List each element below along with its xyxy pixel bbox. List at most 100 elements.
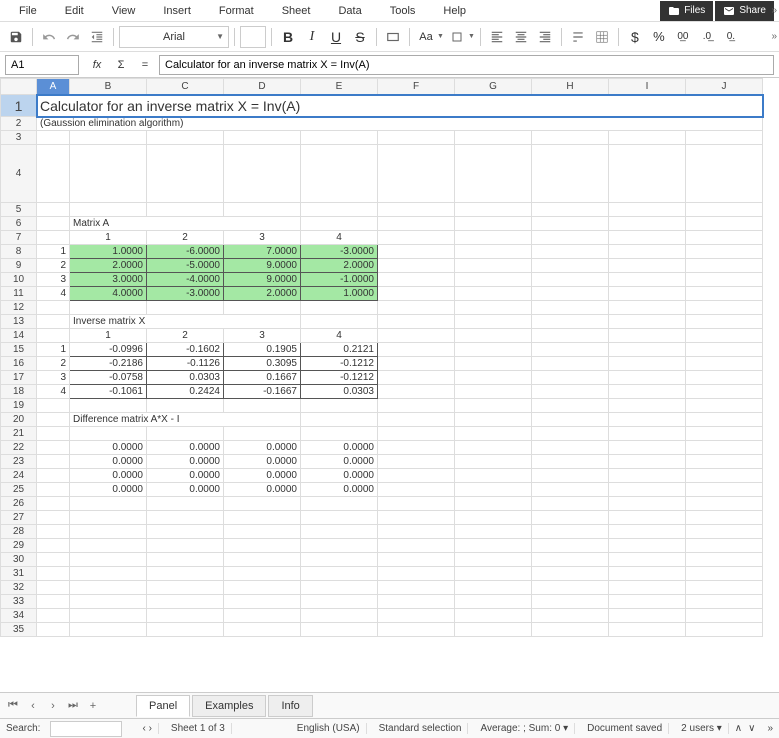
borders-icon[interactable] (591, 26, 613, 48)
cell[interactable] (686, 329, 763, 343)
cell[interactable]: 1 (37, 343, 70, 357)
cell[interactable] (455, 131, 532, 145)
cell[interactable] (378, 623, 455, 637)
cell[interactable] (378, 287, 455, 301)
cell[interactable] (455, 511, 532, 525)
cell[interactable] (609, 371, 686, 385)
cell[interactable] (301, 623, 378, 637)
cell[interactable]: 0.0000 (147, 455, 224, 469)
cell[interactable] (609, 567, 686, 581)
cell[interactable] (532, 441, 609, 455)
cell[interactable] (224, 399, 301, 413)
cell[interactable] (301, 203, 378, 217)
cell[interactable] (609, 329, 686, 343)
cell[interactable] (532, 259, 609, 273)
cell[interactable] (609, 385, 686, 399)
cell[interactable] (532, 399, 609, 413)
cell[interactable] (147, 609, 224, 623)
cell[interactable] (686, 131, 763, 145)
cell[interactable] (609, 203, 686, 217)
cell[interactable] (609, 581, 686, 595)
cell[interactable]: 4.0000 (70, 287, 147, 301)
cell[interactable]: 0.1905 (224, 343, 301, 357)
cell[interactable] (455, 203, 532, 217)
cell[interactable] (532, 301, 609, 315)
cell[interactable] (37, 301, 70, 315)
cell[interactable] (378, 315, 455, 329)
save-icon[interactable] (5, 26, 27, 48)
tab-info[interactable]: Info (268, 695, 312, 717)
cell[interactable] (147, 497, 224, 511)
cell[interactable] (378, 273, 455, 287)
undo-icon[interactable] (38, 26, 60, 48)
cell[interactable]: 0.0303 (301, 385, 378, 399)
cell[interactable] (532, 273, 609, 287)
cell[interactable] (301, 301, 378, 315)
cell[interactable] (532, 217, 609, 231)
cell[interactable] (37, 145, 70, 203)
row-header-11[interactable]: 11 (1, 287, 37, 301)
cell[interactable] (686, 203, 763, 217)
cell[interactable] (301, 497, 378, 511)
cell[interactable] (532, 497, 609, 511)
cell[interactable]: 9.0000 (224, 273, 301, 287)
cell[interactable] (455, 217, 532, 231)
cell[interactable] (378, 581, 455, 595)
wrap-text-icon[interactable] (567, 26, 589, 48)
cell[interactable] (70, 539, 147, 553)
cell[interactable] (609, 273, 686, 287)
cell[interactable] (455, 145, 532, 203)
row-header-15[interactable]: 15 (1, 343, 37, 357)
cell[interactable] (378, 413, 455, 427)
cell[interactable] (224, 497, 301, 511)
cell[interactable]: 2 (147, 329, 224, 343)
cell[interactable] (532, 413, 609, 427)
cell[interactable] (37, 553, 70, 567)
cell[interactable] (378, 371, 455, 385)
cell[interactable] (147, 511, 224, 525)
row-header-28[interactable]: 28 (1, 525, 37, 539)
cell[interactable] (147, 539, 224, 553)
cell[interactable] (532, 245, 609, 259)
col-header-I[interactable]: I (609, 79, 686, 95)
cell[interactable] (70, 145, 147, 203)
cell[interactable] (686, 539, 763, 553)
row-header-23[interactable]: 23 (1, 455, 37, 469)
cell[interactable] (455, 301, 532, 315)
bold-icon[interactable]: B (277, 26, 299, 48)
cell[interactable] (147, 203, 224, 217)
cell[interactable]: 2.0000 (224, 287, 301, 301)
cell[interactable] (686, 343, 763, 357)
col-header-B[interactable]: B (70, 79, 147, 95)
row-header-30[interactable]: 30 (1, 553, 37, 567)
tab-first-icon[interactable]: ⏮ (4, 697, 22, 715)
cell[interactable]: 2 (37, 259, 70, 273)
cell[interactable] (455, 385, 532, 399)
cell[interactable] (301, 567, 378, 581)
cell[interactable] (455, 469, 532, 483)
cell[interactable]: 2 (37, 357, 70, 371)
tab-examples[interactable]: Examples (192, 695, 266, 717)
cell[interactable] (686, 287, 763, 301)
row-header-7[interactable]: 7 (1, 231, 37, 245)
cell[interactable] (532, 427, 609, 441)
cell[interactable] (378, 483, 455, 497)
cell[interactable] (378, 145, 455, 203)
menu-file[interactable]: File (5, 2, 51, 20)
cell[interactable] (609, 259, 686, 273)
align-left-icon[interactable] (486, 26, 508, 48)
cell[interactable] (455, 231, 532, 245)
cell[interactable] (378, 231, 455, 245)
cell[interactable] (37, 511, 70, 525)
cell[interactable]: 2.0000 (301, 259, 378, 273)
cell[interactable] (37, 483, 70, 497)
cell[interactable] (224, 623, 301, 637)
cell[interactable] (37, 329, 70, 343)
cell[interactable] (455, 553, 532, 567)
cell[interactable] (532, 595, 609, 609)
cell[interactable] (455, 371, 532, 385)
row-header-35[interactable]: 35 (1, 623, 37, 637)
cell[interactable]: -6.0000 (147, 245, 224, 259)
row-header-4[interactable]: 4 (1, 145, 37, 203)
cell[interactable]: 4 (37, 385, 70, 399)
